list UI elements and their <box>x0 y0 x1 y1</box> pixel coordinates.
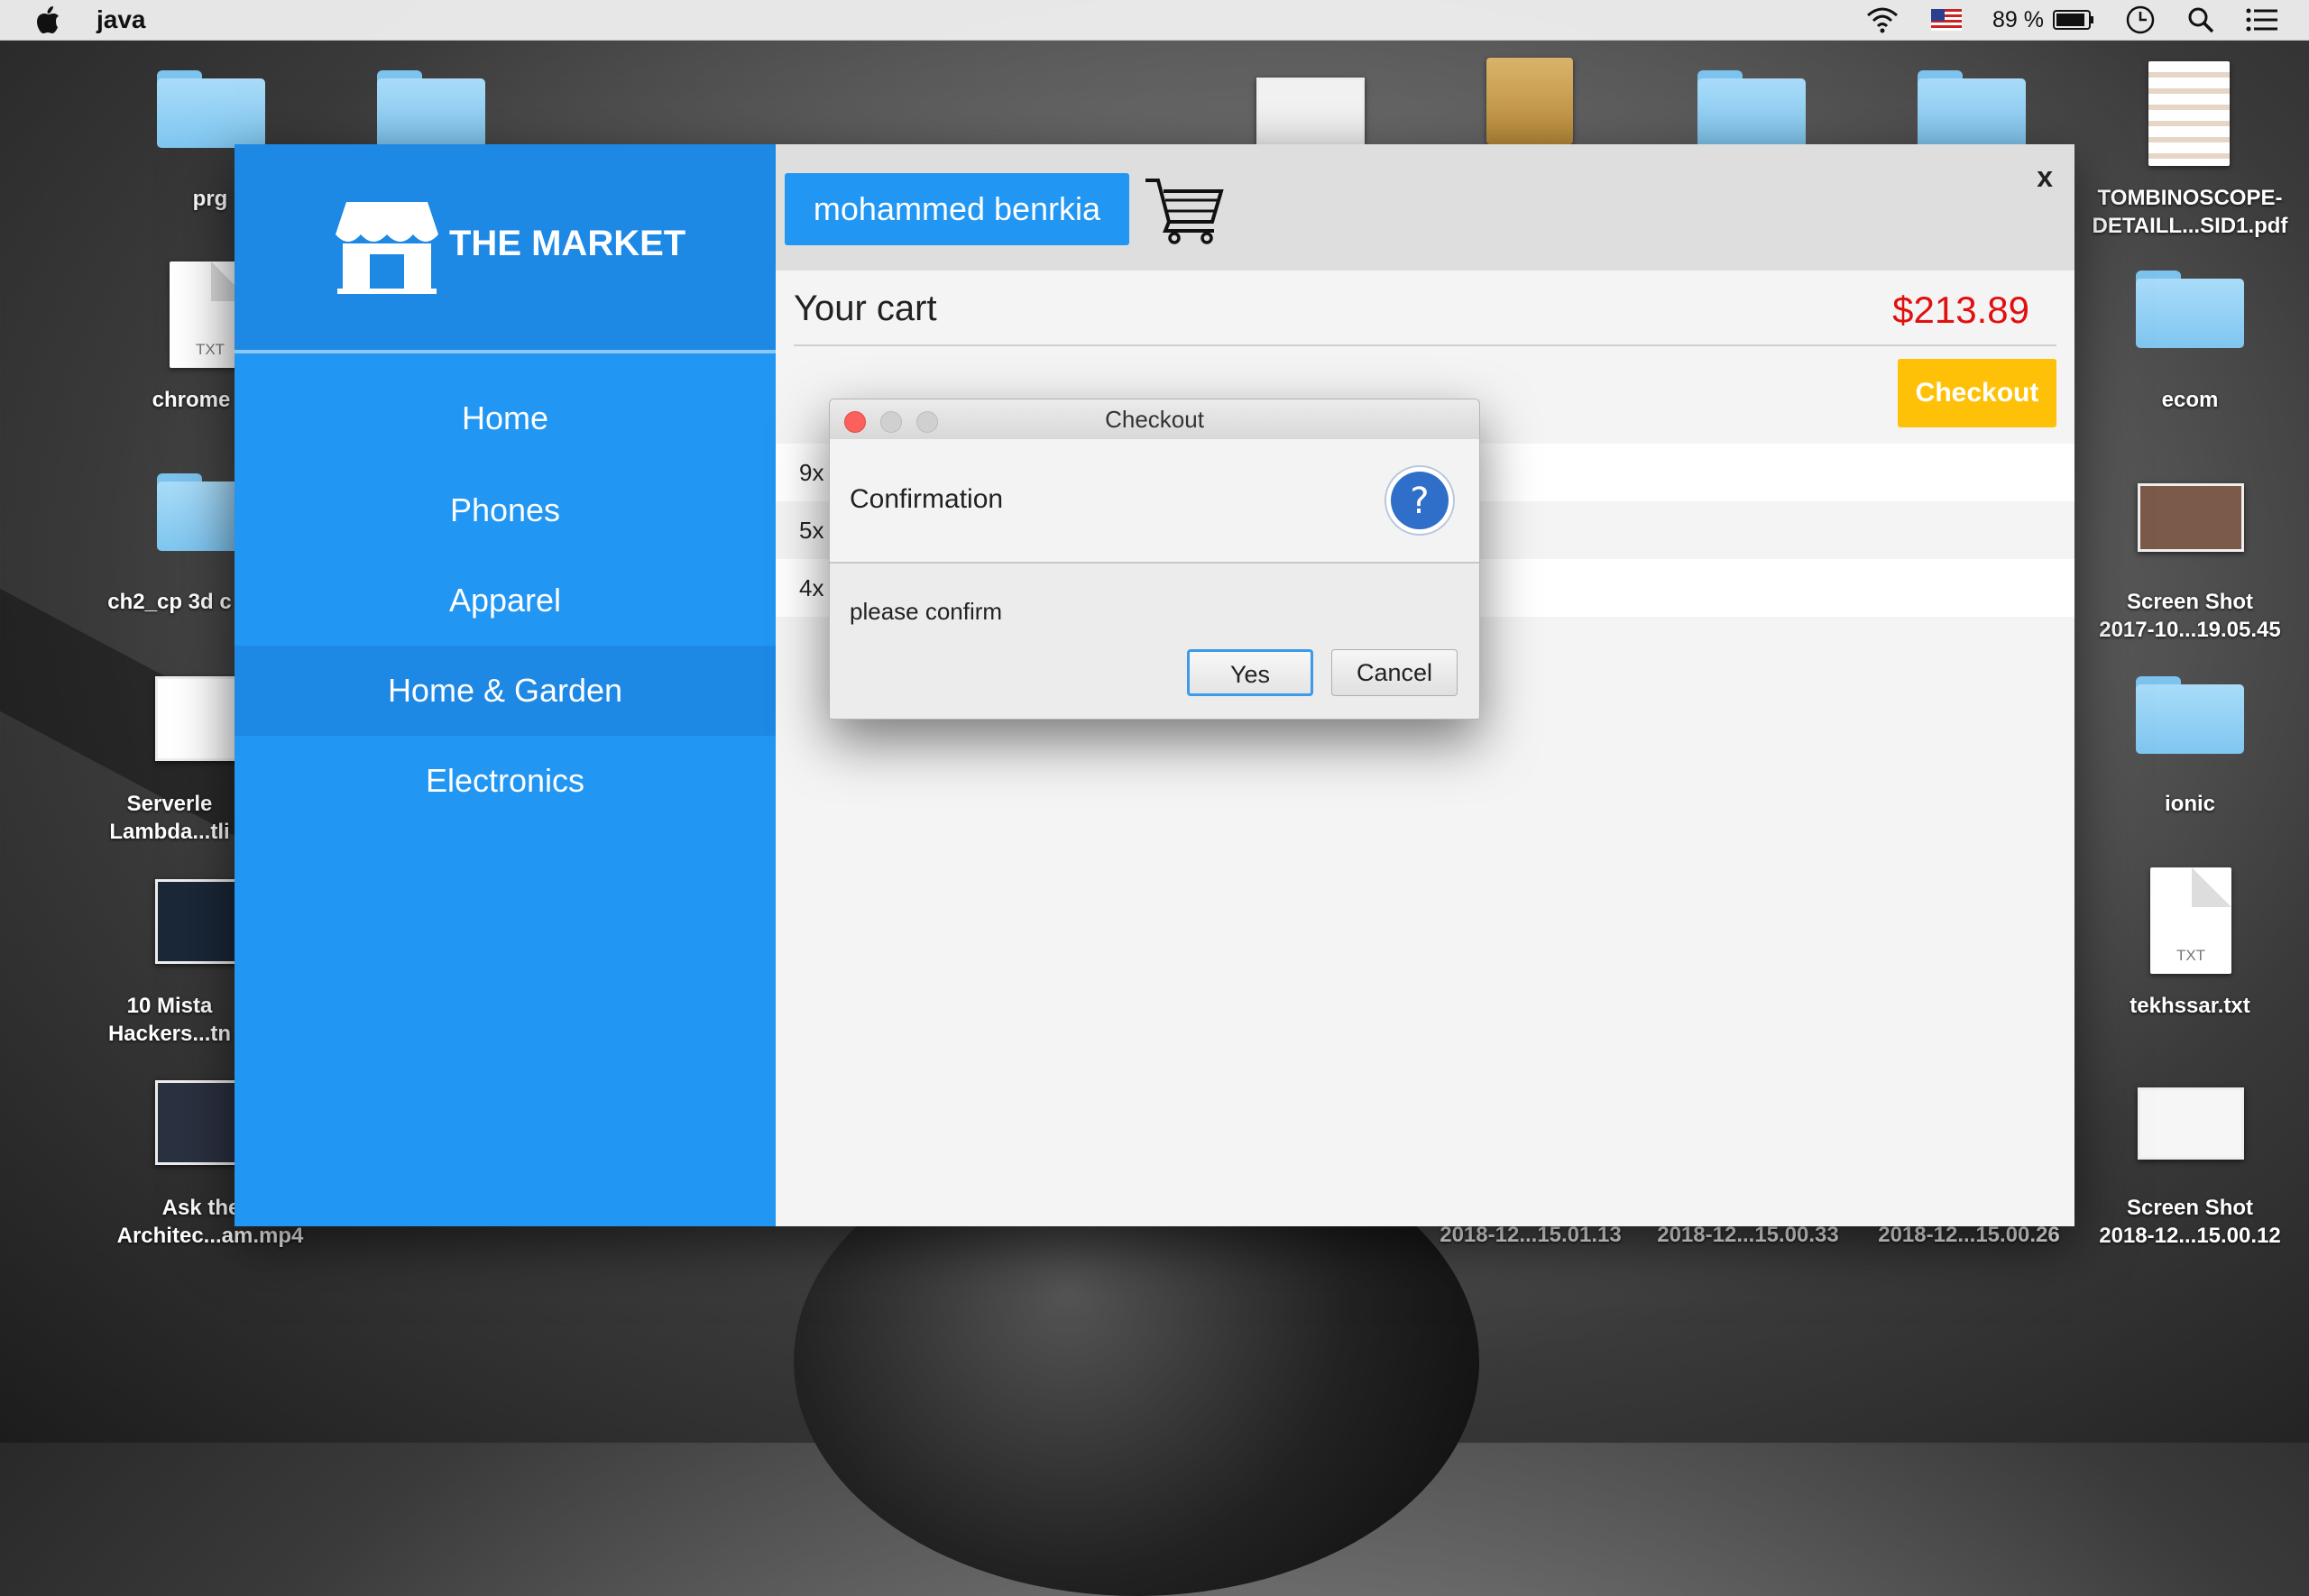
video-thumbnail-icon <box>155 676 242 761</box>
divider <box>794 344 2056 346</box>
question-icon: ? <box>1384 465 1455 536</box>
folder-icon <box>157 70 265 148</box>
nav-item-phones[interactable]: Phones <box>235 465 776 555</box>
sidebar: THE MARKET Home Phones Apparel Home & Ga… <box>235 144 776 1226</box>
menu-bar: java 89 % <box>0 0 2309 41</box>
nav-item-home[interactable]: Home <box>235 373 776 463</box>
folder-icon[interactable] <box>1918 70 2026 148</box>
wifi-icon[interactable] <box>1864 6 1900 33</box>
nav-item-apparel[interactable]: Apparel <box>235 555 776 646</box>
store-logo-icon <box>336 202 438 294</box>
cart-item-qty: 9x <box>799 459 824 486</box>
screenshot-thumbnail-icon <box>2138 483 2244 552</box>
us-flag-icon[interactable] <box>1931 9 1963 31</box>
dialog-title: Checkout <box>1105 406 1204 433</box>
sidebar-header: THE MARKET <box>235 144 776 353</box>
checkout-dialog: Checkout Confirmation ? please confirm Y… <box>829 399 1480 720</box>
user-button[interactable]: mohammed benrkia <box>785 173 1129 245</box>
apple-menu-icon[interactable] <box>34 5 61 35</box>
nav-item-electronics[interactable]: Electronics <box>235 736 776 826</box>
cart-item-qty: 4x <box>799 574 824 601</box>
dialog-header: Confirmation ? <box>830 439 1479 564</box>
desktop-icon-label[interactable]: 2018-12...15.00.26 <box>1861 1223 2077 1248</box>
battery-status[interactable]: 89 % <box>1992 7 2094 33</box>
top-bar: mohammed benrkia x <box>776 144 2074 271</box>
text-file-icon: TXT <box>2150 867 2231 974</box>
desktop-icon-label[interactable]: 2018-12...15.00.33 <box>1640 1223 1856 1248</box>
folder-icon[interactable] <box>1697 70 1806 148</box>
spotlight-search-icon[interactable] <box>2186 5 2215 34</box>
folder-icon[interactable] <box>377 70 485 148</box>
video-thumbnail-icon <box>155 879 242 964</box>
battery-percent: 89 % <box>1992 6 2044 32</box>
desktop-icon-label: ionic <box>2164 792 2215 816</box>
dialog-message: please confirm <box>850 598 1003 625</box>
folder-icon <box>2136 676 2244 754</box>
checkout-button[interactable]: Checkout <box>1898 359 2056 427</box>
cart-total: $213.89 <box>1892 289 2029 331</box>
close-button[interactable]: x <box>2037 161 2053 194</box>
desktop-icon-label: tekhssar.txt <box>2130 994 2250 1018</box>
cancel-button[interactable]: Cancel <box>1331 649 1458 696</box>
app-logo-text: THE MARKET <box>449 224 686 263</box>
notification-center-icon[interactable] <box>2246 7 2278 32</box>
desktop-icon-label: Screen Shot 2018-12...15.00.12 <box>2099 1196 2281 1248</box>
shopping-cart-icon[interactable] <box>1144 173 1225 245</box>
desktop-icon-label: Screen Shot 2017-10...19.05.45 <box>2099 590 2281 642</box>
battery-icon <box>2053 10 2093 30</box>
cart-item-qty: 5x <box>799 517 824 544</box>
time-machine-icon[interactable] <box>2125 5 2156 35</box>
desktop-icon-label: TOMBINOSCOPE- DETAILL...SID1.pdf <box>2092 186 2288 238</box>
pdf-file-icon <box>2148 61 2230 166</box>
dialog-header-text: Confirmation <box>850 484 1004 514</box>
video-thumbnail-icon <box>155 1080 242 1165</box>
zip-archive-icon[interactable] <box>1486 58 1573 144</box>
app-name-menu[interactable]: java <box>97 5 146 34</box>
desktop-icon-label[interactable]: 2018-12...15.01.13 <box>1422 1223 1639 1248</box>
dialog-titlebar[interactable]: Checkout <box>830 399 1479 440</box>
desktop-icon-label: ecom <box>2161 388 2219 412</box>
cart-title: Your cart <box>794 289 937 328</box>
svg-text:?: ? <box>1410 481 1429 522</box>
screenshot-thumbnail-icon[interactable] <box>1256 78 1365 146</box>
screenshot-thumbnail-icon <box>2138 1087 2244 1160</box>
yes-button[interactable]: Yes <box>1187 649 1313 696</box>
folder-icon <box>2136 271 2244 348</box>
nav-item-home-garden[interactable]: Home & Garden <box>235 646 776 736</box>
